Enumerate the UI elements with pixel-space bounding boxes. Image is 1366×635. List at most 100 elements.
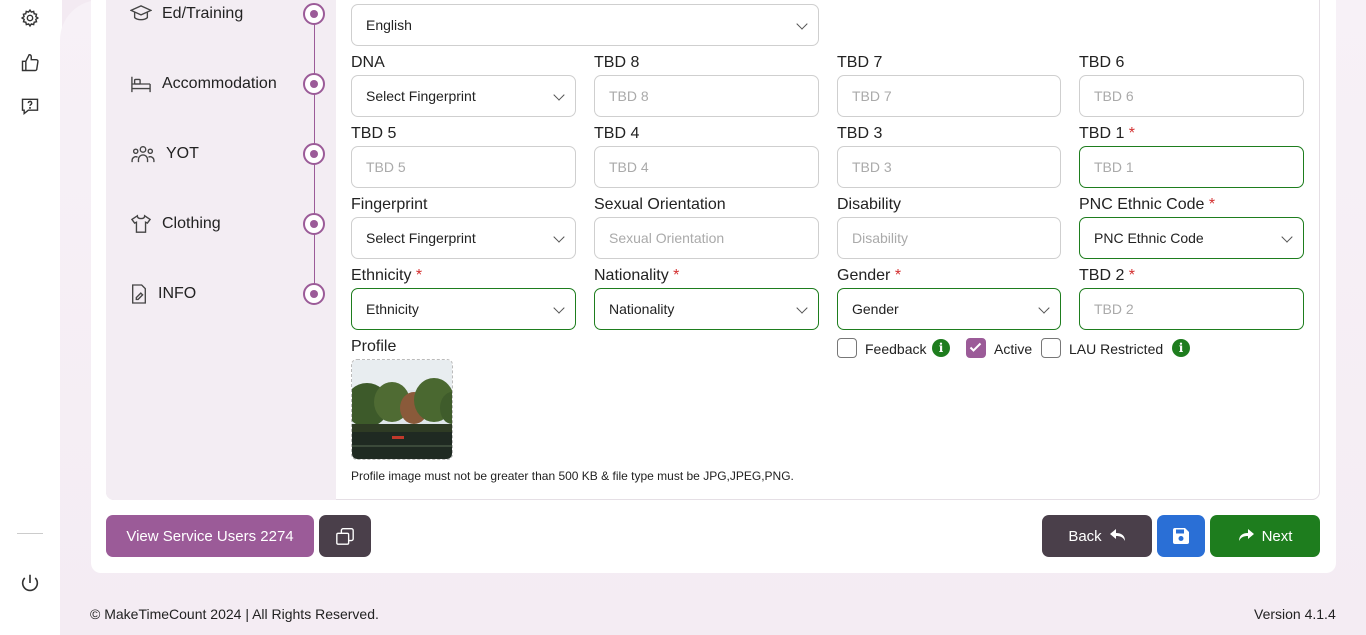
feedback-checkbox[interactable] <box>837 338 857 358</box>
lau-restricted-label: LAU Restricted <box>1069 341 1164 357</box>
label-text: PNC Ethnic Code <box>1079 196 1205 213</box>
next-label: Next <box>1261 527 1293 545</box>
lau-restricted-checkbox[interactable] <box>1041 338 1061 358</box>
profile-note: Profile image must not be greater than 5… <box>351 469 794 483</box>
chevron-down-icon <box>796 18 808 30</box>
check-icon <box>969 342 982 352</box>
tbd5-label: TBD 5 <box>351 125 397 142</box>
pnc-ethnic-code-select[interactable]: PNC Ethnic Code <box>1079 217 1304 259</box>
tbd7-label: TBD 7 <box>837 54 883 71</box>
dna-label: DNA <box>351 54 385 71</box>
required-mark: * <box>1128 267 1136 284</box>
step-label: Ed/Training <box>162 5 244 22</box>
people-icon <box>131 146 155 163</box>
label-text: TBD 1 <box>1079 125 1125 142</box>
view-service-users-button[interactable]: View Service Users 2274 <box>106 515 314 557</box>
back-button[interactable]: Back <box>1042 515 1152 557</box>
step-indicator <box>303 3 325 25</box>
unlock-toggle-button[interactable] <box>319 515 371 557</box>
step-indicator <box>303 143 325 165</box>
power-icon[interactable] <box>18 571 42 595</box>
thumbs-up-icon[interactable] <box>18 51 42 75</box>
profile-label: Profile <box>351 338 397 355</box>
graduation-cap-icon <box>130 5 152 21</box>
profile-image[interactable] <box>351 359 453 460</box>
fingerprint-select[interactable]: Select Fingerprint <box>351 217 576 259</box>
next-button[interactable]: Next <box>1210 515 1320 557</box>
tbd8-input[interactable]: TBD 8 <box>594 75 819 117</box>
chevron-down-icon <box>1038 302 1050 314</box>
ethnicity-label: Ethnicity * <box>351 267 422 285</box>
info-icon[interactable]: i <box>932 339 950 357</box>
gender-label: Gender * <box>837 267 901 285</box>
tbd2-label: TBD 2 * <box>1079 267 1135 285</box>
step-yot[interactable]: YOT <box>130 139 199 169</box>
step-ed-training[interactable]: Ed/Training <box>130 0 243 29</box>
help-chat-icon[interactable] <box>18 94 42 118</box>
step-indicator <box>303 283 325 305</box>
fingerprint-label: Fingerprint <box>351 196 428 213</box>
tbd1-input[interactable]: TBD 1 <box>1079 146 1304 188</box>
tbd6-label: TBD 6 <box>1079 54 1125 71</box>
disability-input[interactable]: Disability <box>837 217 1061 259</box>
tbd2-input[interactable]: TBD 2 <box>1079 288 1304 330</box>
chevron-down-icon <box>796 302 808 314</box>
language-value: English <box>366 17 412 33</box>
step-clothing[interactable]: Clothing <box>130 209 221 239</box>
chevron-down-icon <box>1281 231 1293 243</box>
disability-label: Disability <box>837 196 902 213</box>
version-text: Version 4.1.4 <box>1254 606 1336 622</box>
document-edit-icon <box>132 284 146 304</box>
step-label: YOT <box>166 145 199 162</box>
active-checkbox[interactable] <box>966 338 986 358</box>
required-mark: * <box>894 267 902 284</box>
gender-value: Gender <box>852 301 899 317</box>
step-info[interactable]: INFO <box>130 279 196 309</box>
copy-lock-icon <box>336 528 354 545</box>
tbd3-input[interactable]: TBD 3 <box>837 146 1061 188</box>
step-label: INFO <box>158 285 197 302</box>
nationality-value: Nationality <box>609 301 675 317</box>
tbd8-label: TBD 8 <box>594 54 640 71</box>
label-text: Gender <box>837 267 891 284</box>
ethnicity-select[interactable]: Ethnicity <box>351 288 576 330</box>
tbd4-label: TBD 4 <box>594 125 640 142</box>
tbd6-input[interactable]: TBD 6 <box>1079 75 1304 117</box>
gender-select[interactable]: Gender <box>837 288 1061 330</box>
icon-rail <box>0 0 62 635</box>
bed-icon <box>131 76 151 93</box>
save-button[interactable] <box>1157 515 1205 557</box>
tbd1-label: TBD 1 * <box>1079 125 1135 143</box>
step-indicator <box>303 73 325 95</box>
reply-arrow-icon <box>1109 529 1125 541</box>
info-icon[interactable]: i <box>1172 339 1190 357</box>
ethnicity-value: Ethnicity <box>366 301 419 317</box>
nationality-select[interactable]: Nationality <box>594 288 819 330</box>
tbd7-input[interactable]: TBD 7 <box>837 75 1061 117</box>
required-mark: * <box>1128 125 1136 142</box>
pnc-ethnic-code-value: PNC Ethnic Code <box>1094 230 1204 246</box>
rail-divider <box>17 533 43 534</box>
step-accommodation[interactable]: Accommodation <box>130 69 277 99</box>
dna-value: Select Fingerprint <box>366 88 476 104</box>
sexual-orientation-input[interactable]: Sexual Orientation <box>594 217 819 259</box>
label-text: TBD 2 <box>1079 267 1125 284</box>
tbd4-input[interactable]: TBD 4 <box>594 146 819 188</box>
tbd3-label: TBD 3 <box>837 125 883 142</box>
share-arrow-icon <box>1238 529 1254 541</box>
dna-select[interactable]: Select Fingerprint <box>351 75 576 117</box>
language-select[interactable]: English <box>351 4 819 46</box>
required-mark: * <box>415 267 423 284</box>
pnc-ethnic-code-label: PNC Ethnic Code * <box>1079 196 1215 214</box>
shirt-icon <box>130 214 152 233</box>
nationality-label: Nationality * <box>594 267 679 285</box>
tbd5-input[interactable]: TBD 5 <box>351 146 576 188</box>
sexual-orientation-label: Sexual Orientation <box>594 196 726 213</box>
required-mark: * <box>1208 196 1216 213</box>
fingerprint-value: Select Fingerprint <box>366 230 476 246</box>
step-indicator <box>303 213 325 235</box>
label-text: Nationality <box>594 267 669 284</box>
step-label: Clothing <box>162 215 221 232</box>
gear-icon[interactable] <box>18 6 42 30</box>
required-mark: * <box>673 267 680 284</box>
